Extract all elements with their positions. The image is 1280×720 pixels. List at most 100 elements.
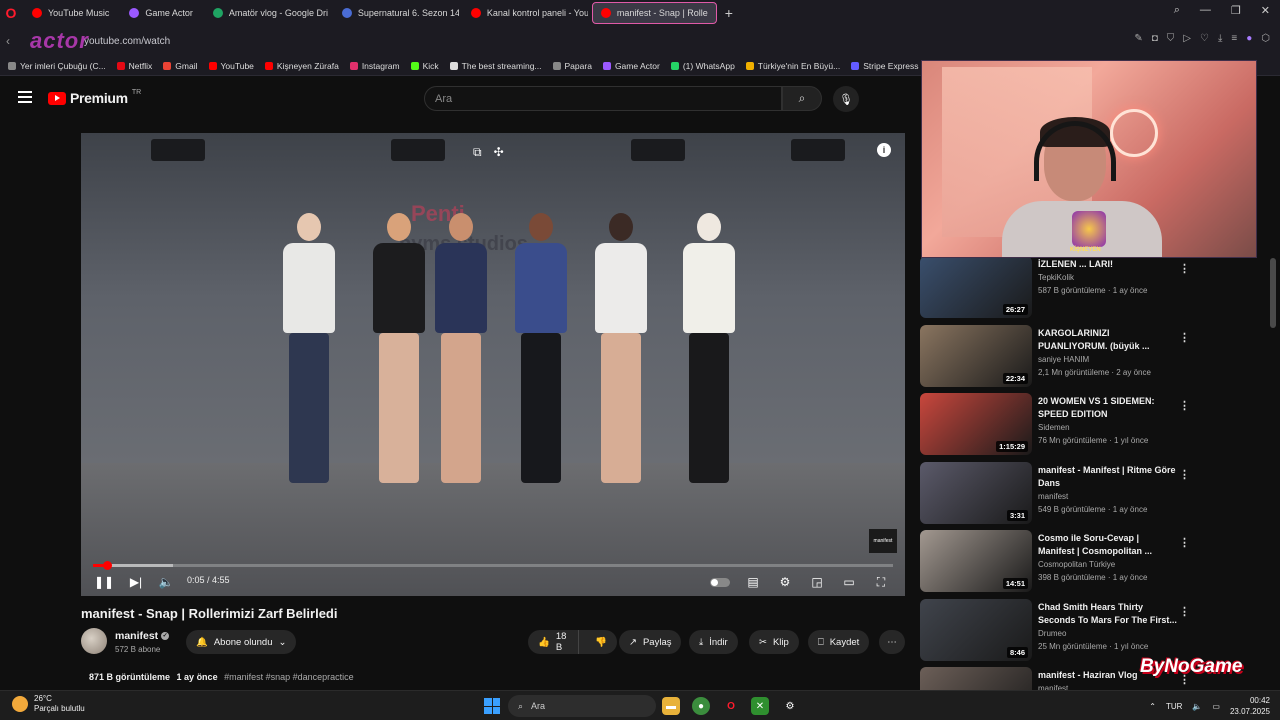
video-title[interactable]: İZLENEN ... LARI! — [1038, 258, 1178, 271]
taskbar-search[interactable]: ⌕ Ara — [508, 695, 656, 717]
subscribe-button[interactable]: 🔔 Abone olundu ⌄ — [186, 630, 297, 654]
bookmark-item[interactable]: Gmail — [163, 61, 198, 71]
bookmark-item[interactable]: Netflix — [116, 61, 152, 71]
recommended-video[interactable]: 26:27 İZLENEN ... LARI! TepkiKolik 587 B gö… — [920, 258, 1270, 320]
hamburger-menu-icon[interactable] — [18, 91, 32, 103]
browser-tab[interactable]: Game Actor — [121, 2, 201, 24]
channel-name[interactable]: manifest — [1038, 492, 1068, 501]
play-icon[interactable]: ▷ — [1183, 33, 1191, 44]
video-title[interactable]: 20 WOMEN VS 1 SIDEMEN: SPEED EDITION — [1038, 395, 1178, 421]
theater-mode-button[interactable]: ▭ — [841, 573, 857, 591]
minimize-icon[interactable]: — — [1200, 4, 1211, 17]
channel-name-text[interactable]: manifest — [115, 630, 158, 642]
browser-tab[interactable]: Supernatural 6. Sezon 14. — [334, 2, 459, 24]
more-options-icon[interactable]: ⋮ — [1179, 399, 1190, 412]
youtube-premium-logo[interactable]: Premium TR — [48, 89, 141, 106]
maximize-icon[interactable]: ❐ — [1231, 4, 1241, 17]
channel-watermark[interactable]: manifest — [869, 529, 897, 553]
recommended-video[interactable]: 14:51 Cosmo ile Soru-Cevap | Manifest | C… — [920, 530, 1270, 594]
bookmark-item[interactable]: YouTube — [208, 61, 254, 71]
subtitles-button[interactable]: ▤ — [745, 573, 761, 591]
more-options-icon[interactable]: ⋮ — [1179, 331, 1190, 344]
more-options-icon[interactable]: ⋮ — [1179, 605, 1190, 618]
wifi-icon[interactable]: ▭ — [1212, 702, 1220, 711]
video-thumbnail[interactable]: 22:34 — [920, 324, 1032, 387]
opera-logo-icon[interactable]: O — [0, 0, 22, 26]
dislike-button[interactable]: 👎 — [585, 630, 617, 654]
next-button[interactable]: ▶| — [129, 573, 143, 591]
new-tab-button[interactable]: + — [725, 5, 733, 21]
weather-widget[interactable]: 26°C Parçalı bulutlu — [12, 694, 85, 714]
chrome-icon[interactable]: ● — [692, 697, 710, 715]
video-thumbnail[interactable]: 14:51 — [920, 530, 1032, 592]
video-thumbnail[interactable] — [920, 667, 1032, 690]
search-tabs-icon[interactable]: ⌕ — [1174, 4, 1180, 17]
bookmark-item[interactable]: Instagram — [349, 61, 400, 71]
recommended-video[interactable]: 8:46 Chad Smith Hears Thirty Seconds To M… — [920, 598, 1270, 663]
bookmark-item[interactable]: Stripe Express — [851, 61, 919, 71]
channel-name[interactable]: TepkiKolik — [1038, 273, 1074, 282]
video-title[interactable]: Cosmo ile Soru-Cevap | Manifest | Cosmop… — [1038, 532, 1178, 558]
bookmark-item[interactable]: Papara — [552, 61, 592, 71]
browser-tab[interactable]: Kanal kontrol paneli - You — [463, 2, 588, 24]
hashtags[interactable]: #manifest #snap #dancepractice — [224, 672, 354, 682]
channel-name[interactable]: Drumeo — [1038, 629, 1066, 638]
video-thumbnail[interactable]: 1:15:29 — [920, 393, 1032, 455]
share-button[interactable]: ↗ Paylaş — [619, 630, 682, 654]
channel-name[interactable]: manifest ✓ — [115, 630, 170, 642]
video-thumbnail[interactable]: 3:31 — [920, 461, 1032, 524]
recommended-video[interactable]: 1:15:29 20 WOMEN VS 1 SIDEMEN: SPEED EDIT… — [920, 393, 1270, 457]
pause-button[interactable]: ❚❚ — [94, 573, 114, 591]
app-icon[interactable]: ⚙ — [781, 697, 799, 715]
more-actions-button[interactable]: ⋯ — [879, 630, 905, 654]
page-scrollbar[interactable] — [1270, 258, 1276, 328]
heart-icon[interactable]: ♡ — [1200, 33, 1209, 44]
bookmark-item[interactable]: The best streaming... — [449, 61, 542, 71]
bookmark-item[interactable]: Türkiye'nin En Büyü... — [745, 61, 840, 71]
language-indicator[interactable]: TUR — [1166, 702, 1182, 711]
search-input[interactable]: Ara — [424, 86, 782, 111]
start-button[interactable] — [484, 698, 500, 714]
edit-icon[interactable]: ✎ — [1134, 33, 1142, 44]
bookmark-item[interactable]: Kişneyen Zürafa — [264, 61, 339, 71]
bookmark-item[interactable]: (1) WhatsApp — [670, 61, 735, 71]
channel-name[interactable]: Sidemen — [1038, 423, 1070, 432]
settings-button[interactable]: ⚙ — [777, 573, 793, 591]
fullscreen-button[interactable]: ⛶ — [873, 573, 889, 591]
channel-name[interactable]: saniye HANIM — [1038, 355, 1089, 364]
more-options-icon[interactable]: ⋮ — [1179, 468, 1190, 481]
search-button[interactable]: ⌕ — [782, 86, 822, 111]
volume-button[interactable]: 🔈 — [159, 573, 174, 591]
save-button[interactable]: ⎕ Kaydet — [808, 630, 870, 654]
menu-icon[interactable]: ≡ — [1231, 33, 1237, 44]
video-title[interactable]: Chad Smith Hears Thirty Seconds To Mars … — [1038, 601, 1178, 627]
like-button[interactable]: 👍 18 B — [528, 630, 580, 654]
browser-tab[interactable]: YouTube Music — [24, 2, 117, 24]
more-options-icon[interactable]: ⋮ — [1179, 262, 1190, 275]
clip-button[interactable]: ✂ Klip — [749, 630, 799, 654]
profile-icon[interactable]: ● — [1246, 33, 1252, 44]
close-icon[interactable]: ✕ — [1261, 4, 1270, 17]
browser-tab[interactable]: Amatör vlog - Google Dri — [205, 2, 330, 24]
chevron-up-icon[interactable]: ⌃ — [1149, 702, 1156, 711]
video-thumbnail[interactable]: 26:27 — [920, 258, 1032, 318]
volume-icon[interactable]: 🔈 — [1192, 702, 1202, 711]
video-thumbnail[interactable]: 8:46 — [920, 598, 1032, 661]
progress-bar[interactable] — [93, 561, 893, 570]
opera-icon[interactable]: O — [722, 697, 740, 715]
back-icon[interactable]: ‹ — [6, 34, 24, 48]
description-summary[interactable]: 871 B görüntüleme 1 ay önce #manifest #s… — [81, 672, 905, 688]
focus-icon[interactable]: ✣ — [494, 145, 504, 160]
video-player[interactable]: Penti byms studios ⧉ ✣ i manifest ❚❚ ▶| … — [81, 133, 905, 596]
camera-icon[interactable]: ◘ — [1152, 33, 1158, 44]
bookmark-item[interactable]: Yer imleri Çubuğu (C... — [8, 61, 106, 71]
miniplayer-button[interactable]: ◲ — [809, 573, 825, 591]
download-button[interactable]: ⤓ İndir — [689, 630, 738, 654]
file-explorer-icon[interactable]: ▬ — [662, 697, 680, 715]
channel-avatar[interactable] — [81, 628, 107, 654]
video-title[interactable]: KARGOLARINIZI PUANLIYORUM. (büyük ... — [1038, 327, 1178, 353]
xbox-icon[interactable]: ✕ — [751, 697, 769, 715]
autoplay-toggle[interactable] — [709, 573, 731, 591]
cube-icon[interactable]: ⬡ — [1261, 33, 1270, 44]
browser-tab[interactable]: manifest - Snap | Rolle — [591, 2, 717, 24]
